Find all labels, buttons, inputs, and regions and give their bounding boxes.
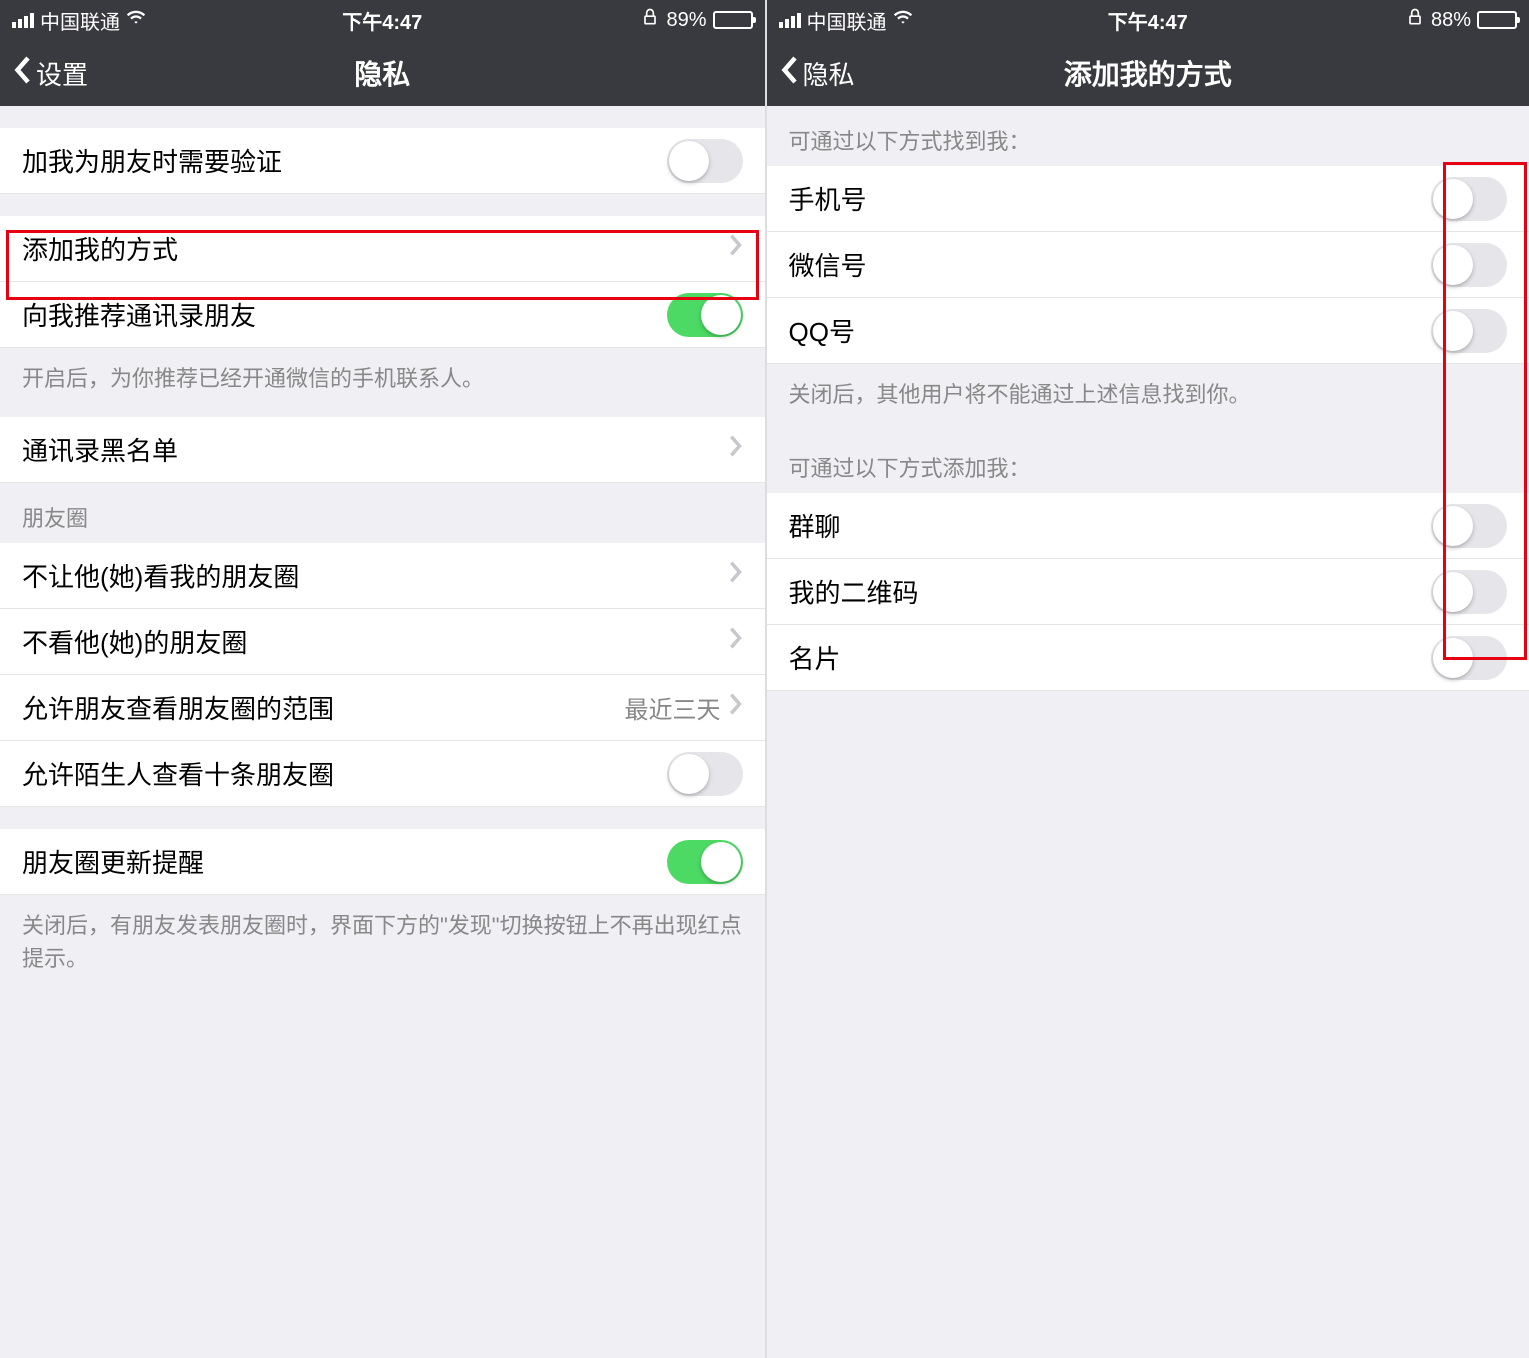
time-label: 下午4:47 (1108, 6, 1188, 35)
battery-icon (1477, 11, 1517, 29)
row-label: 群聊 (789, 507, 1432, 544)
nav-bar: 设置 隐私 (0, 40, 765, 106)
battery-percent: 89% (666, 9, 706, 32)
section-add-header: 可通过以下方式添加我： (767, 433, 1529, 493)
row-group-chat[interactable]: 群聊 (767, 493, 1529, 559)
chevron-right-icon (729, 626, 743, 657)
chevron-right-icon (729, 560, 743, 591)
note-find: 关闭后，其他用户将不能通过上述信息找到你。 (767, 364, 1529, 433)
note-update: 关闭后，有朋友发表朋友圈时，界面下方的"发现"切换按钮上不再出现红点提示。 (0, 895, 765, 997)
carrier-label: 中国联通 (40, 6, 120, 35)
row-label: 允许朋友查看朋友圈的范围 (22, 689, 625, 726)
toggle-update-notice[interactable] (667, 840, 743, 884)
note-recommend: 开启后，为你推荐已经开通微信的手机联系人。 (0, 348, 765, 417)
toggle-qq[interactable] (1431, 309, 1507, 353)
row-recommend-contacts[interactable]: 向我推荐通讯录朋友 (0, 282, 765, 348)
carrier-label: 中国联通 (807, 6, 887, 35)
nav-bar: 隐私 添加我的方式 (767, 40, 1529, 106)
chevron-right-icon (729, 434, 743, 465)
back-button[interactable]: 隐私 (779, 55, 855, 92)
row-qq[interactable]: QQ号 (767, 298, 1529, 364)
row-wechat-id[interactable]: 微信号 (767, 232, 1529, 298)
chevron-right-icon (729, 233, 743, 264)
row-label: 加我为朋友时需要验证 (22, 142, 667, 179)
phone-left-privacy: 中国联通 下午4:47 89% 设置 隐私 加我为朋友时需要验证 添加我的方式 (0, 0, 765, 1358)
row-label: 手机号 (789, 180, 1432, 217)
row-label: 通讯录黑名单 (22, 431, 729, 468)
content-privacy: 加我为朋友时需要验证 添加我的方式 向我推荐通讯录朋友 开启后，为你推荐已经开通… (0, 106, 765, 1358)
row-label: 添加我的方式 (22, 230, 729, 267)
nav-title: 隐私 (354, 53, 410, 93)
section-find-header: 可通过以下方式找到我： (767, 106, 1529, 166)
row-label: 向我推荐通讯录朋友 (22, 296, 667, 333)
nav-title: 添加我的方式 (1064, 53, 1232, 93)
status-bar: 中国联通 下午4:47 89% (0, 0, 765, 40)
back-button[interactable]: 设置 (12, 55, 88, 92)
row-strangers-ten[interactable]: 允许陌生人查看十条朋友圈 (0, 741, 765, 807)
toggle-phone[interactable] (1431, 177, 1507, 221)
lock-icon (1405, 7, 1425, 33)
battery-icon (713, 11, 753, 29)
toggle-verify[interactable] (667, 139, 743, 183)
row-moments-range[interactable]: 允许朋友查看朋友圈的范围 最近三天 (0, 675, 765, 741)
chevron-left-icon (779, 55, 799, 92)
toggle-wechat[interactable] (1431, 243, 1507, 287)
toggle-qrcode[interactable] (1431, 570, 1507, 614)
row-blacklist[interactable]: 通讯录黑名单 (0, 417, 765, 483)
row-hide-their-moments[interactable]: 不看他(她)的朋友圈 (0, 609, 765, 675)
toggle-card[interactable] (1431, 636, 1507, 680)
toggle-group[interactable] (1431, 504, 1507, 548)
row-add-ways[interactable]: 添加我的方式 (0, 216, 765, 282)
row-hide-my-moments[interactable]: 不让他(她)看我的朋友圈 (0, 543, 765, 609)
content-add-ways: 可通过以下方式找到我： 手机号 微信号 QQ号 关闭后，其他用户将不能通过上述信… (767, 106, 1529, 1358)
row-label: 微信号 (789, 246, 1432, 283)
row-label: 朋友圈更新提醒 (22, 843, 667, 880)
row-label: QQ号 (789, 312, 1432, 349)
back-label: 设置 (36, 55, 88, 92)
row-label: 我的二维码 (789, 573, 1432, 610)
row-label: 名片 (789, 639, 1432, 676)
signal-icon (779, 13, 801, 28)
row-qrcode[interactable]: 我的二维码 (767, 559, 1529, 625)
wifi-icon (893, 7, 913, 33)
row-moments-update-notice[interactable]: 朋友圈更新提醒 (0, 829, 765, 895)
phone-right-add-ways: 中国联通 下午4:47 88% 隐私 添加我的方式 可通过以下方式找到我： 手机… (765, 0, 1529, 1358)
row-phone[interactable]: 手机号 (767, 166, 1529, 232)
section-moments-header: 朋友圈 (0, 483, 765, 543)
battery-percent: 88% (1431, 9, 1471, 32)
toggle-strangers[interactable] (667, 752, 743, 796)
row-value: 最近三天 (625, 690, 721, 725)
lock-icon (640, 7, 660, 33)
time-label: 下午4:47 (342, 6, 422, 35)
wifi-icon (126, 7, 146, 33)
signal-icon (12, 13, 34, 28)
row-card[interactable]: 名片 (767, 625, 1529, 691)
back-label: 隐私 (803, 55, 855, 92)
row-verify-friend[interactable]: 加我为朋友时需要验证 (0, 128, 765, 194)
chevron-left-icon (12, 55, 32, 92)
row-label: 允许陌生人查看十条朋友圈 (22, 755, 667, 792)
row-label: 不看他(她)的朋友圈 (22, 623, 729, 660)
chevron-right-icon (729, 692, 743, 723)
row-label: 不让他(她)看我的朋友圈 (22, 557, 729, 594)
toggle-recommend[interactable] (667, 293, 743, 337)
status-bar: 中国联通 下午4:47 88% (767, 0, 1529, 40)
